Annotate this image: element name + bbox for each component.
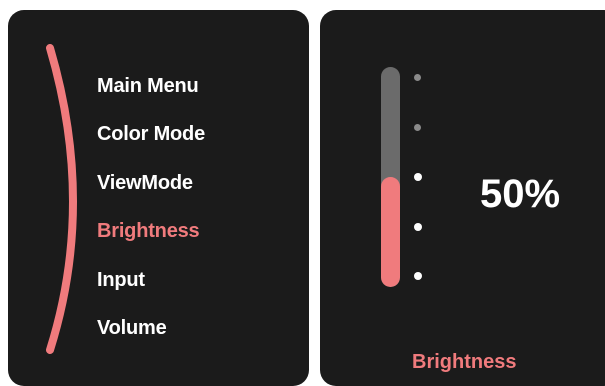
- brightness-value: 50%: [480, 172, 561, 216]
- slider-tick: [414, 123, 421, 131]
- menu-item-input[interactable]: Input: [97, 256, 205, 305]
- menu-item-volume[interactable]: Volume: [97, 305, 205, 354]
- menu-item-viewmode[interactable]: ViewMode: [97, 159, 205, 208]
- menu-arc-decoration: [46, 44, 77, 354]
- adjust-panel: 50% Brightness: [320, 10, 605, 386]
- slider-tick: [414, 173, 422, 181]
- slider-tick: [414, 272, 422, 280]
- menu-item-main-menu[interactable]: Main Menu: [97, 62, 205, 111]
- adjust-panel-title: Brightness: [412, 351, 517, 373]
- menu-list: Main Menu Color Mode ViewMode Brightness…: [97, 62, 205, 353]
- menu-item-brightness[interactable]: Brightness: [97, 208, 205, 257]
- brightness-slider-fill: [381, 177, 400, 287]
- menu-item-color-mode[interactable]: Color Mode: [97, 111, 205, 160]
- slider-tick: [414, 74, 421, 81]
- brightness-slider[interactable]: [381, 67, 400, 287]
- menu-panel: Main Menu Color Mode ViewMode Brightness…: [8, 10, 309, 386]
- slider-tick: [414, 222, 422, 231]
